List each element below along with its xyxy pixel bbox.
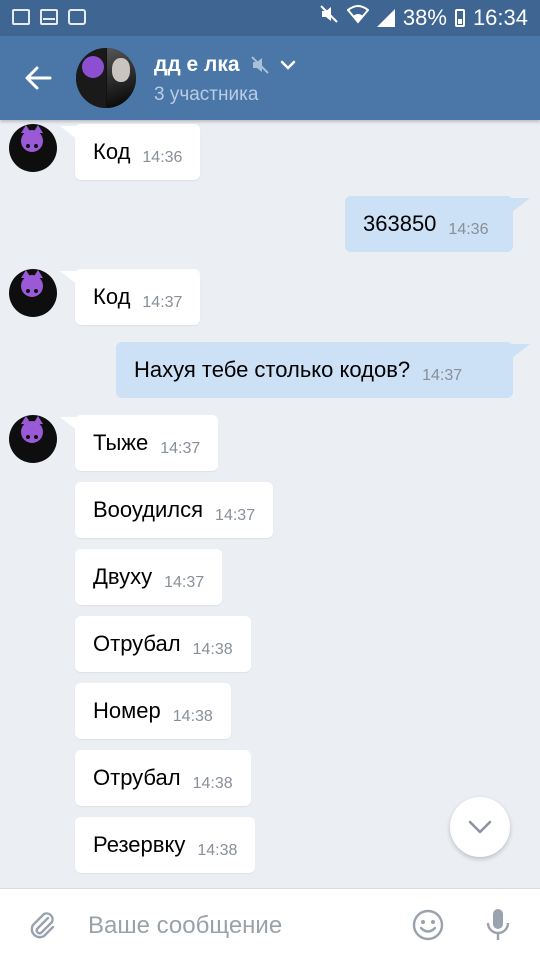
message-time: 14:37 xyxy=(215,507,256,524)
message-input[interactable] xyxy=(86,903,390,949)
message-text: Код xyxy=(93,139,131,164)
message-time: 14:37 xyxy=(160,440,201,457)
recycle-notification-icon xyxy=(68,9,86,25)
mute-icon xyxy=(319,4,339,32)
mail-notification-icon xyxy=(40,9,58,25)
message-bubble-incoming[interactable]: Номер 14:38 xyxy=(75,683,231,739)
message-composer xyxy=(0,888,540,960)
message-text: Тыже xyxy=(93,430,149,455)
muted-icon xyxy=(250,56,269,74)
message-bubble-incoming[interactable]: Код 14:36 xyxy=(75,124,201,180)
message-text: Нахуя тебе столько кодов? xyxy=(134,357,411,382)
message-time: 14:38 xyxy=(192,641,233,658)
sender-avatar[interactable] xyxy=(9,269,57,317)
voice-message-button[interactable] xyxy=(478,905,518,945)
message-bubble-outgoing[interactable]: Нахуя тебе столько кодов? 14:37 xyxy=(116,342,513,398)
message-text: 363850 xyxy=(363,211,437,236)
chat-title-group[interactable]: дд е лка xyxy=(154,53,296,77)
chat-title: дд е лка xyxy=(154,53,240,76)
image-notification-icon xyxy=(12,9,30,25)
message-bubble-incoming[interactable]: Код 14:37 xyxy=(75,269,201,325)
status-bar: 38% 16:34 xyxy=(0,0,540,36)
sender-avatar[interactable] xyxy=(9,415,57,463)
message-time: 14:37 xyxy=(142,294,183,311)
message-text: Отрубал xyxy=(93,765,181,790)
emoji-button[interactable] xyxy=(408,905,448,945)
message-bubble-incoming[interactable]: Резервку 14:38 xyxy=(75,817,256,873)
message-bubble-outgoing[interactable]: 363850 14:36 xyxy=(345,196,513,252)
wifi-icon xyxy=(346,4,370,32)
paperclip-icon xyxy=(30,912,55,939)
message-text: Отрубал xyxy=(93,631,181,656)
message-text: Номер xyxy=(93,698,161,723)
message-time: 14:36 xyxy=(142,149,183,166)
message-text: Вооудился xyxy=(93,497,204,522)
notification-icons xyxy=(12,9,86,25)
arrow-left-icon xyxy=(25,66,52,90)
participants-count: 3 участника xyxy=(154,84,259,105)
chat-avatar[interactable] xyxy=(76,48,136,108)
smiley-icon xyxy=(412,909,444,941)
microphone-icon xyxy=(486,909,510,940)
message-bubble-incoming[interactable]: Тыже 14:37 xyxy=(75,415,219,471)
message-list[interactable]: Код 14:36 363850 14:36 Код 14:37 Нахуя т… xyxy=(0,120,540,888)
message-time: 14:37 xyxy=(164,574,205,591)
message-time: 14:38 xyxy=(192,775,233,792)
message-bubble-incoming[interactable]: Отрубал 14:38 xyxy=(75,616,251,672)
battery-icon xyxy=(454,9,465,27)
message-bubble-incoming[interactable]: Вооудился 14:37 xyxy=(75,482,274,538)
scroll-down-button[interactable] xyxy=(450,797,510,857)
attach-button[interactable] xyxy=(22,905,62,945)
system-status: 38% 16:34 xyxy=(319,4,528,32)
message-time: 14:38 xyxy=(197,842,238,859)
chat-header: дд е лка 3 участника xyxy=(0,36,540,120)
clock: 16:34 xyxy=(472,5,528,30)
message-text: Код xyxy=(93,284,131,309)
message-time: 14:38 xyxy=(172,708,213,725)
message-time: 14:36 xyxy=(448,221,489,238)
message-text: Резервку xyxy=(93,832,186,857)
message-time: 14:37 xyxy=(422,367,463,384)
back-button[interactable] xyxy=(14,54,62,102)
sender-avatar[interactable] xyxy=(9,124,57,172)
chevron-down-icon xyxy=(468,820,492,834)
signal-icon xyxy=(376,9,395,27)
message-bubble-incoming[interactable]: Двуху 14:37 xyxy=(75,549,223,605)
message-text: Двуху xyxy=(93,564,153,589)
chevron-down-icon xyxy=(280,60,295,70)
message-bubble-incoming[interactable]: Отрубал 14:38 xyxy=(75,750,251,806)
battery-percent: 38% xyxy=(402,5,447,30)
